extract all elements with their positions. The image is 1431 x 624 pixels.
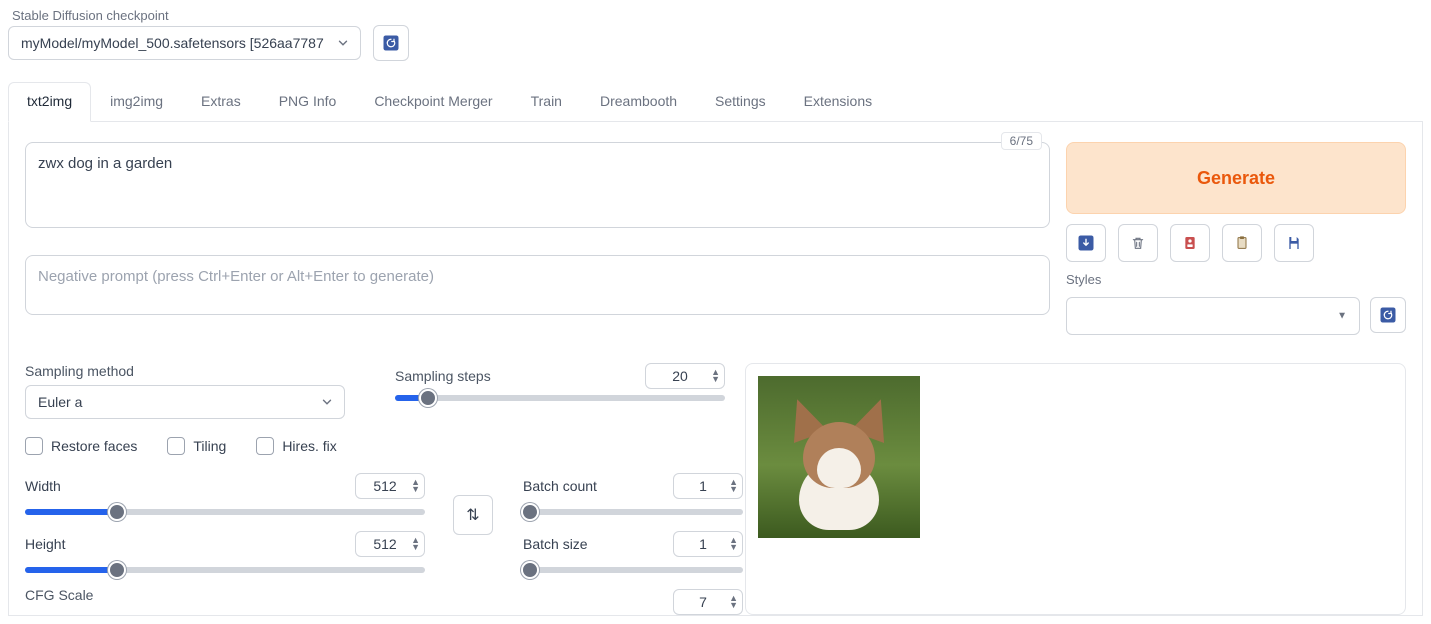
checkpoint-value: myModel/myModel_500.safetensors [526aa77… xyxy=(21,35,324,51)
cfg-scale-label: CFG Scale xyxy=(25,587,425,603)
tab-png-info[interactable]: PNG Info xyxy=(260,82,356,122)
stepper-icon: ▲▼ xyxy=(729,595,738,609)
sampling-steps-value: 20 xyxy=(672,368,688,384)
tool-row xyxy=(1066,224,1406,262)
stepper-icon: ▲▼ xyxy=(411,537,420,551)
right-column: Generate Styles ▼ xyxy=(1066,142,1406,335)
output-image[interactable] xyxy=(758,376,920,538)
style-image-button[interactable] xyxy=(1170,224,1210,262)
check-row: Restore faces Tiling Hires. fix xyxy=(25,437,725,455)
refresh-checkpoint-button[interactable] xyxy=(373,25,409,61)
apply-style-button[interactable] xyxy=(1066,224,1106,262)
checkpoint-bar: Stable Diffusion checkpoint myModel/myMo… xyxy=(8,8,1423,61)
save-icon xyxy=(1286,235,1302,251)
stepper-icon: ▲▼ xyxy=(411,479,420,493)
styles-label: Styles xyxy=(1066,272,1406,287)
stepper-icon: ▲▼ xyxy=(711,369,720,383)
hires-fix-checkbox[interactable]: Hires. fix xyxy=(256,437,336,455)
tab-train[interactable]: Train xyxy=(512,82,581,122)
refresh-icon xyxy=(382,34,400,52)
height-input[interactable]: 512▲▼ xyxy=(355,531,425,557)
sampling-steps-input[interactable]: 20 ▲▼ xyxy=(645,363,725,389)
stepper-icon: ▲▼ xyxy=(729,479,738,493)
prompt-area: 6/75 xyxy=(25,142,1050,255)
arrow-down-box-icon xyxy=(1077,234,1095,252)
height-slider[interactable] xyxy=(25,567,425,573)
chevron-down-icon xyxy=(336,36,350,50)
tabs: txt2img img2img Extras PNG Info Checkpoi… xyxy=(8,81,1423,122)
token-count-badge: 6/75 xyxy=(1001,132,1042,150)
generate-button[interactable]: Generate xyxy=(1066,142,1406,214)
clipboard-button[interactable] xyxy=(1222,224,1262,262)
checkpoint-label: Stable Diffusion checkpoint xyxy=(12,8,409,23)
negative-prompt-input[interactable] xyxy=(25,255,1050,315)
tab-checkpoint-merger[interactable]: Checkpoint Merger xyxy=(355,82,511,122)
restore-faces-checkbox[interactable]: Restore faces xyxy=(25,437,137,455)
swap-dimensions-button[interactable]: ⇅ xyxy=(453,495,493,535)
sampling-steps-slider[interactable] xyxy=(395,395,725,401)
batch-count-slider[interactable] xyxy=(523,509,743,515)
sampling-steps-label: Sampling steps xyxy=(395,368,491,384)
clear-button[interactable] xyxy=(1118,224,1158,262)
sampling-method-value: Euler a xyxy=(38,394,82,410)
width-label: Width xyxy=(25,478,61,494)
triangle-down-icon: ▼ xyxy=(1337,311,1347,322)
width-slider[interactable] xyxy=(25,509,425,515)
artist-icon xyxy=(1182,234,1198,252)
neg-prompt-area xyxy=(25,255,1050,318)
chevron-down-icon xyxy=(320,395,334,409)
trash-icon xyxy=(1130,234,1146,252)
batch-count-label: Batch count xyxy=(523,478,597,494)
refresh-styles-button[interactable] xyxy=(1370,297,1406,333)
batch-size-input[interactable]: 1▲▼ xyxy=(673,531,743,557)
styles-select[interactable]: ▼ xyxy=(1066,297,1360,335)
tiling-checkbox[interactable]: Tiling xyxy=(167,437,226,455)
tab-txt2img[interactable]: txt2img xyxy=(8,82,91,122)
tab-extras[interactable]: Extras xyxy=(182,82,260,122)
tab-settings[interactable]: Settings xyxy=(696,82,785,122)
tab-dreambooth[interactable]: Dreambooth xyxy=(581,82,696,122)
cfg-scale-input[interactable]: 7▲▼ xyxy=(673,589,743,615)
batch-size-slider[interactable] xyxy=(523,567,743,573)
prompt-input[interactable] xyxy=(25,142,1050,228)
tab-extensions[interactable]: Extensions xyxy=(785,82,891,122)
batch-count-input[interactable]: 1▲▼ xyxy=(673,473,743,499)
refresh-icon xyxy=(1379,306,1397,324)
sampling-method-label: Sampling method xyxy=(25,363,385,379)
sampling-method-select[interactable]: Euler a xyxy=(25,385,345,419)
width-input[interactable]: 512▲▼ xyxy=(355,473,425,499)
stepper-icon: ▲▼ xyxy=(729,537,738,551)
clipboard-icon xyxy=(1234,234,1250,252)
tab-img2img[interactable]: img2img xyxy=(91,82,182,122)
save-style-button[interactable] xyxy=(1274,224,1314,262)
checkpoint-select[interactable]: myModel/myModel_500.safetensors [526aa77… xyxy=(8,26,361,60)
main-panel: 6/75 Generate Styles ▼ xyxy=(8,122,1423,616)
output-panel xyxy=(745,363,1406,615)
swap-icon: ⇅ xyxy=(466,505,479,525)
